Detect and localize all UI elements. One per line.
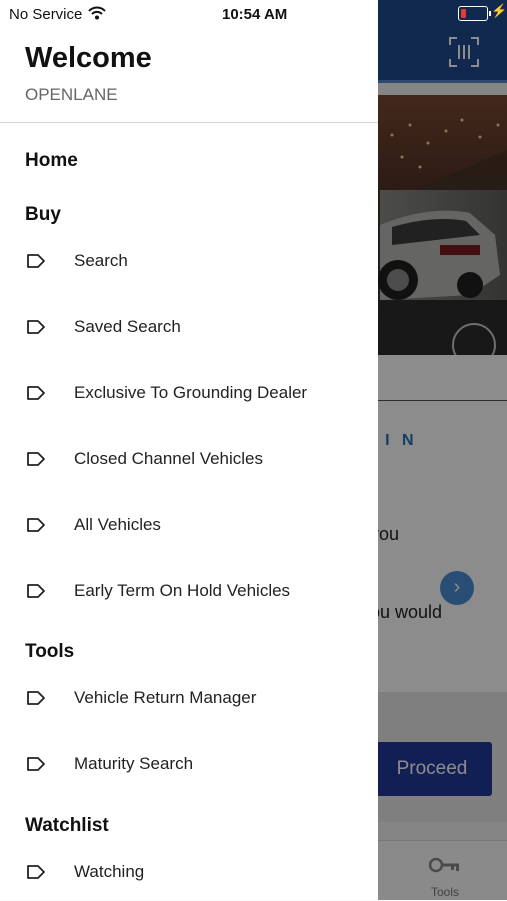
tag-icon — [27, 691, 45, 705]
menu-item-saved-search[interactable]: Saved Search — [0, 303, 378, 353]
section-watchlist-title: Watchlist — [25, 815, 109, 836]
tag-icon — [27, 452, 45, 466]
menu-item-label: Exclusive To Grounding Dealer — [74, 383, 308, 402]
charging-bolt-icon: ⚡ — [491, 3, 507, 18]
drawer-divider — [0, 122, 378, 123]
menu-item-label: Early Term On Hold Vehicles — [74, 581, 291, 600]
tag-icon — [27, 584, 45, 598]
section-buy-title: Buy — [25, 204, 61, 225]
menu-item-label: Search — [74, 251, 128, 270]
battery-fill — [461, 9, 466, 18]
tag-icon — [27, 865, 45, 879]
menu-item-label: Maturity Search — [74, 754, 194, 773]
menu-item-label: Closed Channel Vehicles — [74, 449, 264, 468]
organization-name: OPENLANE — [25, 85, 118, 104]
menu-item-label: All Vehicles — [74, 515, 161, 534]
menu-item-closed-channel[interactable]: Closed Channel Vehicles — [0, 435, 378, 485]
menu-item-label: Watching — [74, 862, 145, 881]
menu-item-label: Vehicle Return Manager — [74, 688, 257, 707]
menu-item-search[interactable]: Search — [0, 237, 378, 287]
wifi-icon — [88, 6, 106, 20]
tag-icon — [27, 320, 45, 334]
battery-icon — [458, 6, 491, 21]
tag-icon — [27, 757, 45, 771]
menu-item-all-vehicles[interactable]: All Vehicles — [0, 501, 378, 551]
tag-icon — [27, 518, 45, 532]
menu-item-vehicle-return-manager[interactable]: Vehicle Return Manager — [0, 674, 378, 724]
menu-item-watching[interactable]: Watching — [0, 848, 378, 898]
menu-item-maturity-search[interactable]: Maturity Search — [0, 740, 378, 790]
status-time: 10:54 AM — [222, 6, 288, 23]
tag-icon — [27, 254, 45, 268]
navigation-drawer: Welcome OPENLANE Home Buy Search Saved S… — [0, 0, 378, 900]
menu-item-early-term-on-hold[interactable]: Early Term On Hold Vehicles — [0, 567, 378, 617]
status-bar: No Service 10:54 AM — [0, 0, 378, 28]
nav-home[interactable]: Home — [25, 150, 78, 172]
section-tools-title: Tools — [25, 641, 75, 662]
menu-item-label: Saved Search — [74, 317, 181, 336]
menu-item-exclusive-grounding-dealer[interactable]: Exclusive To Grounding Dealer — [0, 369, 378, 419]
carrier-label: No Service — [9, 6, 83, 23]
tag-icon — [27, 386, 45, 400]
drawer-title: Welcome — [25, 42, 152, 74]
